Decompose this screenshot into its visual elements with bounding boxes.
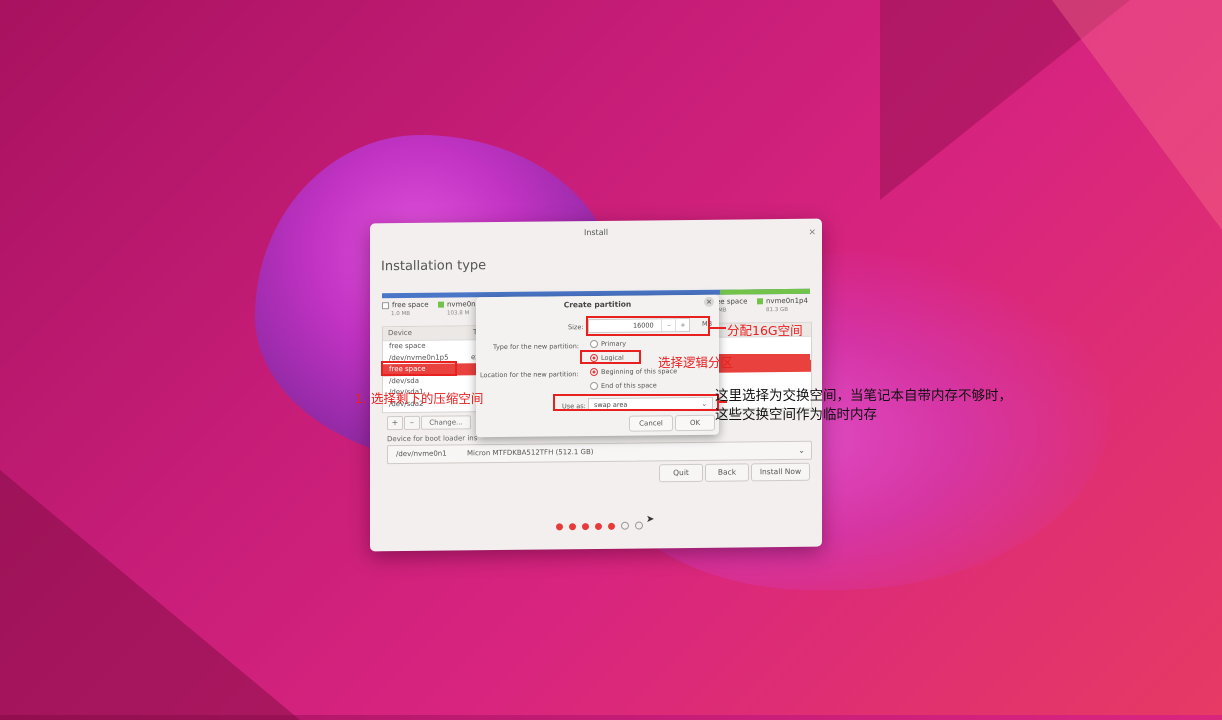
annotation-box-logical [580, 350, 641, 364]
annotation-step1: 1. 选择剩下的压缩空间 [355, 391, 484, 406]
remove-partition-button[interactable]: – [404, 415, 420, 431]
back-button[interactable]: Back [705, 463, 749, 482]
step-dot-pending [635, 521, 643, 530]
radio-end[interactable]: End of this space [590, 381, 657, 391]
annotation-swap-line2: 这些交换空间作为临时内存 [715, 407, 877, 423]
boot-loader-label: Device for boot loader ins [387, 434, 478, 444]
quit-button[interactable]: Quit [659, 463, 703, 483]
close-icon[interactable]: × [808, 221, 816, 245]
radio-circle-selected [590, 367, 598, 377]
install-now-button[interactable]: Install Now [751, 462, 810, 482]
annotation-logical: 选择逻辑分区 [658, 355, 734, 370]
annotation-swap-line1: 这里选择为交换空间，当笔记本自带内存不够时， [715, 388, 1012, 404]
wallpaper-shape [0, 470, 300, 720]
annotation-size: 分配16G空间 [727, 323, 803, 338]
radio-circle [590, 339, 598, 349]
legend-swatch [438, 301, 444, 308]
mouse-pointer-icon: ➤ [646, 514, 655, 525]
step-dot-pending [621, 521, 629, 530]
legend-item: ee space MB [716, 297, 748, 314]
radio-primary[interactable]: Primary [590, 339, 626, 349]
legend-item: nvme0n 103.8 M [438, 300, 476, 317]
dialog-titlebar[interactable]: Create partition × [476, 295, 719, 315]
step-dot-done [556, 523, 563, 531]
type-label: Type for the new partition: [493, 342, 580, 352]
legend-item: free space 1.0 MB [382, 301, 429, 317]
boot-loader-select[interactable]: /dev/nvme0n1 Micron MTFDKBA512TFH (512.1… [387, 440, 812, 465]
radio-circle [590, 381, 598, 391]
legend-swatch [382, 301, 389, 309]
window-titlebar[interactable]: Install × [370, 219, 822, 246]
step-dot-done [595, 522, 602, 531]
location-label: Location for the new partition: [480, 370, 579, 380]
disk-usage-segment [720, 288, 810, 295]
close-icon[interactable]: × [704, 296, 714, 307]
size-label: Size: [568, 323, 584, 332]
chevron-down-icon: ⌄ [798, 445, 805, 455]
cancel-button[interactable]: Cancel [629, 415, 673, 432]
window-title: Install [583, 227, 609, 238]
add-partition-button[interactable]: + [387, 416, 403, 431]
ok-button[interactable]: OK [675, 414, 715, 432]
annotation-box-free-space [381, 361, 457, 376]
annotation-box-use-as [553, 394, 719, 411]
dialog-title: Create partition [563, 299, 632, 310]
wallpaper-shape [1052, 0, 1222, 230]
step-progress [556, 514, 649, 534]
step-dot-done [608, 522, 615, 530]
change-partition-button[interactable]: Change... [421, 415, 471, 430]
legend-swatch [757, 298, 763, 305]
annotation-connector [710, 327, 726, 329]
annotation-box-size [586, 316, 710, 336]
step-dot-done [569, 523, 576, 531]
page-title: Installation type [381, 258, 487, 275]
legend-item: nvme0n1p4 81.3 GB [757, 297, 808, 314]
step-dot-done [582, 523, 589, 531]
